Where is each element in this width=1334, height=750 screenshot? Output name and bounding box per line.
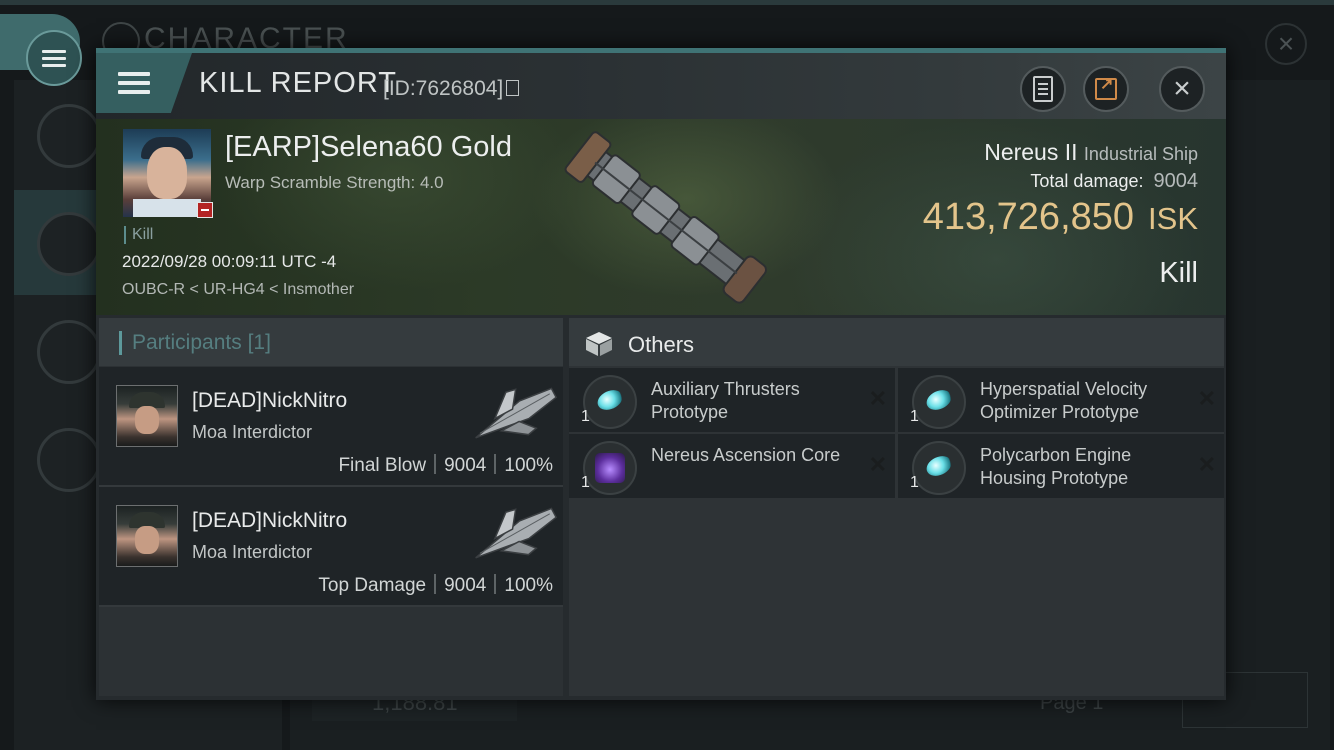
document-icon — [1033, 76, 1053, 102]
background-combat-icon — [37, 212, 101, 276]
participant-row[interactable]: [DEAD]NickNitro Moa Interdictor Final Bl… — [99, 367, 563, 487]
item-name: Auxiliary Thrusters Prototype — [651, 379, 800, 422]
participant-avatar[interactable] — [116, 505, 178, 567]
thruster-module-icon — [583, 375, 637, 429]
participants-header: Participants [1] — [99, 318, 563, 366]
dropped-item[interactable]: 1 Polycarbon Engine Housing Prototype ✕ — [898, 434, 1224, 498]
participants-title: Participants [1] — [119, 331, 271, 355]
kill-report-header: KILL REPORT [ID:7626804] × — [96, 53, 1226, 119]
total-damage: Total damage: 9004 — [1030, 170, 1198, 192]
thruster-module-icon — [912, 441, 966, 495]
item-name: Nereus Ascension Core — [651, 445, 841, 465]
thruster-module-icon — [912, 375, 966, 429]
item-name: Hyperspatial Velocity Optimizer Prototyp… — [980, 379, 1148, 422]
kill-result: Kill — [1159, 257, 1198, 289]
list-icon — [118, 67, 150, 99]
item-name: Polycarbon Engine Housing Prototype — [980, 445, 1132, 488]
background-star-icon — [37, 320, 101, 384]
close-icon: × — [1173, 72, 1191, 105]
participant-stats: Top Damage 9004 100% — [318, 574, 553, 596]
share-icon — [1095, 74, 1117, 100]
destroyed-icon: ✕ — [1197, 452, 1216, 477]
participant-avatar[interactable] — [116, 385, 178, 447]
page-title: KILL REPORT — [199, 67, 397, 99]
item-quantity: 1 — [581, 474, 590, 491]
kill-report-window: KILL REPORT [ID:7626804] × [EARP]Selena6… — [96, 48, 1226, 700]
cargo-box-icon — [586, 332, 612, 356]
background-star-icon-2 — [37, 428, 101, 492]
dropped-item[interactable]: 1 Nereus Ascension Core ✕ — [569, 434, 895, 498]
kill-summary-banner: [EARP]Selena60 Gold Warp Scramble Streng… — [96, 119, 1226, 315]
others-title: Others — [628, 332, 695, 357]
background-menu-icon — [37, 104, 101, 168]
participant-name: [DEAD]NickNitro — [192, 509, 348, 532]
item-quantity: 1 — [581, 408, 590, 425]
kill-tag: Kill — [124, 226, 153, 244]
participant-ship-icon — [475, 507, 558, 559]
background-close-icon: × — [1265, 23, 1307, 65]
victim-name[interactable]: [EARP]Selena60 Gold — [225, 131, 512, 164]
participants-panel: Participants [1] [DEAD]NickNitro Moa Int… — [99, 318, 563, 696]
participant-ship: Moa Interdictor — [192, 542, 313, 562]
participant-stats: Final Blow 9004 100% — [338, 454, 553, 476]
item-quantity: 1 — [910, 474, 919, 491]
participant-ship-icon — [475, 387, 558, 439]
destroyed-icon: ✕ — [1197, 386, 1216, 411]
participant-name: [DEAD]NickNitro — [192, 389, 348, 412]
item-quantity: 1 — [910, 408, 919, 425]
close-button[interactable]: × — [1159, 66, 1205, 112]
copy-icon[interactable] — [506, 80, 520, 96]
share-button[interactable] — [1083, 66, 1129, 112]
background-top-line — [0, 0, 1334, 5]
participant-row[interactable]: [DEAD]NickNitro Moa Interdictor Top Dama… — [99, 487, 563, 607]
standing-badge-icon — [197, 202, 213, 218]
details-button[interactable] — [1020, 66, 1066, 112]
ascension-core-icon — [583, 441, 637, 495]
kill-location[interactable]: OUBC-R < UR-HG4 < Insmother — [122, 281, 354, 299]
isk-value: 413,726,850 ISK — [922, 196, 1198, 238]
ship-name[interactable]: Nereus II Industrial Ship — [984, 139, 1198, 166]
header-menu-button[interactable] — [96, 53, 192, 113]
menu-icon — [26, 30, 82, 86]
kill-datetime: 2022/09/28 00:09:11 UTC -4 — [122, 252, 337, 271]
main-menu-button[interactable] — [0, 14, 82, 86]
victim-ship-image — [564, 131, 767, 304]
others-panel: Others 1 Auxiliary Thrusters Prototype ✕… — [569, 318, 1224, 696]
dropped-item[interactable]: 1 Hyperspatial Velocity Optimizer Protot… — [898, 368, 1224, 432]
warp-scramble-strength: Warp Scramble Strength: 4.0 — [225, 173, 444, 192]
others-header: Others — [569, 318, 1224, 366]
destroyed-icon: ✕ — [868, 386, 887, 411]
destroyed-icon: ✕ — [868, 452, 887, 477]
participant-ship: Moa Interdictor — [192, 422, 313, 442]
kill-id: [ID:7626804] — [383, 77, 520, 101]
dropped-item[interactable]: 1 Auxiliary Thrusters Prototype ✕ — [569, 368, 895, 432]
